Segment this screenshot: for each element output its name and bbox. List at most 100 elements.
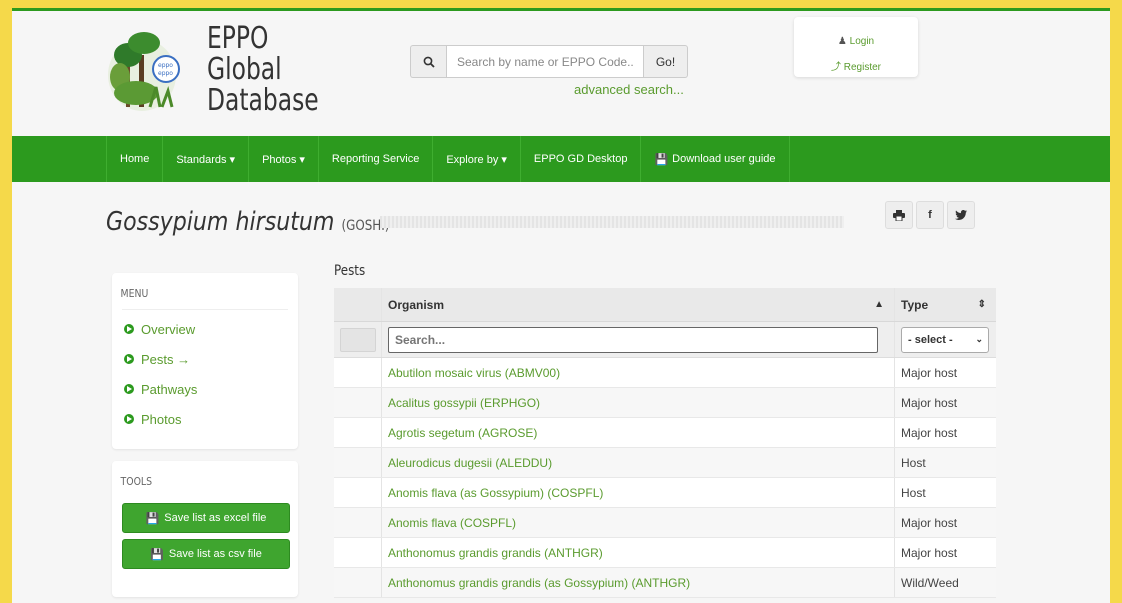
floppy-icon: 💾 [145,512,160,525]
print-icon[interactable] [885,201,913,229]
nav-photos[interactable]: Photos ▾ [249,136,319,182]
title-divider [380,216,844,228]
menu-item-photos[interactable]: Photos [112,404,298,434]
table-row: Acalitus gossypii (ERPHGO) Major host [334,388,996,418]
organism-cell[interactable]: Agrotis segetum (AGROSE) [382,418,895,447]
svg-text:eppo: eppo [158,62,173,69]
type-cell: Major host [901,395,958,410]
organism-header-label: Organism [388,297,445,312]
organism-cell[interactable]: Acalitus gossypii (ERPHGO) [382,388,895,417]
account-box: ♟ Login ⤴ Register [794,17,918,77]
brand-name[interactable]: EPPO Global Database [207,23,319,116]
pests-table: Organism ▲ Type ⇕ - select - ⌄ Abutilon mos… [334,288,996,598]
main-navbar: Home Standards ▾ Photos ▾ Reporting Serv… [12,136,1110,182]
table-row: Abutilon mosaic virus (ABMV00) Major host [334,358,996,388]
organism-column-header[interactable]: Organism ▲ [382,288,895,321]
save-excel-button[interactable]: 💾 Save list as excel file [122,503,290,533]
register-label: Register [843,62,882,73]
type-header-label: Type [901,297,929,312]
table-row: Anomis flava (COSPFL) Major host [334,508,996,538]
index-filter-box [339,327,376,352]
table-row: Agrotis segetum (AGROSE) Major host [334,418,996,448]
row-index-cell [334,568,382,597]
tools-title: TOOLS [120,475,153,488]
register-icon: ⤴ [830,62,841,73]
nav-standards[interactable]: Standards ▾ [163,136,250,182]
menu-item-label: Photos [141,411,182,427]
row-index-cell [334,448,382,477]
menu-item-label: Overview [141,321,196,337]
global-search: Go! [410,45,688,78]
organism-cell[interactable]: Anomis flava (COSPFL) [382,508,895,537]
advanced-search-link[interactable]: advanced search... [574,82,684,97]
index-filter-cell [334,322,382,357]
twitter-icon[interactable] [947,201,975,229]
nav-home[interactable]: Home [106,136,164,182]
organism-cell[interactable]: Anthonomus grandis grandis (as Gossypium… [382,568,895,597]
type-cell: Major host [901,365,958,380]
login-link[interactable]: ♟ Login [794,29,918,55]
page-container: eppo eppo EPPO Global Database Go! advan… [12,8,1110,603]
filter-row: - select - ⌄ [334,322,996,358]
table-row: Anthonomus grandis grandis (ANTHGR) Major… [334,538,996,568]
save-csv-button[interactable]: 💾 Save list as csv file [122,539,290,569]
organism-cell[interactable]: Anthonomus grandis grandis (ANTHGR) [382,538,895,567]
table-row: Anomis flava (as Gossypium) (COSPFL) Host [334,478,996,508]
type-select-value: - select - [908,333,953,346]
register-link[interactable]: ⤴ Register [794,55,918,81]
species-name: Gossypium hirsutum [106,207,335,237]
organism-cell[interactable]: Aleurodicus dugesii (ALEDDU) [382,448,895,477]
type-cell: Host [901,485,926,500]
nav-download-guide[interactable]: 💾 Download user guide [641,136,790,182]
row-index-cell [334,418,382,447]
go-button[interactable]: Go! [644,45,688,78]
facebook-icon[interactable]: f [916,201,944,229]
chevron-down-icon: ⌄ [975,334,983,344]
save-csv-label: Save list as csv file [168,548,262,560]
nav-explore-by[interactable]: Explore by ▾ [433,136,521,182]
type-column-header[interactable]: Type ⇕ [895,288,996,321]
arrow-circle-icon [124,384,134,394]
eppo-logo[interactable]: eppo eppo [106,25,184,115]
row-index-cell [334,388,382,417]
row-index-cell [334,358,382,387]
share-buttons: f [885,201,975,229]
user-icon: ♟ [837,36,847,47]
type-filter-select[interactable]: - select - ⌄ [901,326,989,353]
organism-cell[interactable]: Anomis flava (as Gossypium) (COSPFL) [382,478,895,507]
organism-filter-cell [382,322,895,357]
page-title: Gossypium hirsutum (GOSHI) [106,207,389,237]
sort-both-icon: ⇕ [977,299,986,310]
login-label: Login [849,36,875,47]
menu-item-overview[interactable]: Overview [112,314,298,344]
type-cell: Host [901,455,926,470]
search-input[interactable] [446,45,644,78]
sort-asc-icon: ▲ [874,299,884,310]
row-index-cell [334,478,382,507]
organism-search-input[interactable] [388,326,878,353]
nav-download-guide-label: Download user guide [672,153,776,165]
menu-item-label: Pests → [141,351,191,367]
brand-line-3: Database [207,83,319,118]
table-row: Aleurodicus dugesii (ALEDDU) Host [334,448,996,478]
floppy-icon: 💾 [150,548,164,561]
menu-panel: MENU Overview Pests → Pathways Photos [112,273,298,449]
type-cell: Major host [901,545,958,560]
floppy-icon: 💾 [654,153,669,166]
table-header: Organism ▲ Type ⇕ [334,288,996,322]
nav-eppo-gd-desktop[interactable]: EPPO GD Desktop [521,136,642,182]
tools-panel: TOOLS 💾 Save list as excel file 💾 Save lis… [112,461,298,597]
arrow-circle-icon [124,354,134,364]
pests-section-title: Pests [334,263,366,279]
menu-item-pathways[interactable]: Pathways [112,374,298,404]
arrow-circle-icon [124,324,134,334]
index-column-header [334,288,382,321]
type-cell: Major host [901,425,958,440]
nav-reporting-service[interactable]: Reporting Service [319,136,434,182]
organism-cell[interactable]: Abutilon mosaic virus (ABMV00) [382,358,895,387]
search-icon [410,45,446,78]
menu-item-pests[interactable]: Pests → [112,344,298,374]
brand-line-2: Global [207,52,282,87]
table-body: Abutilon mosaic virus (ABMV00) Major host… [334,358,996,598]
svg-text:eppo: eppo [158,70,173,77]
